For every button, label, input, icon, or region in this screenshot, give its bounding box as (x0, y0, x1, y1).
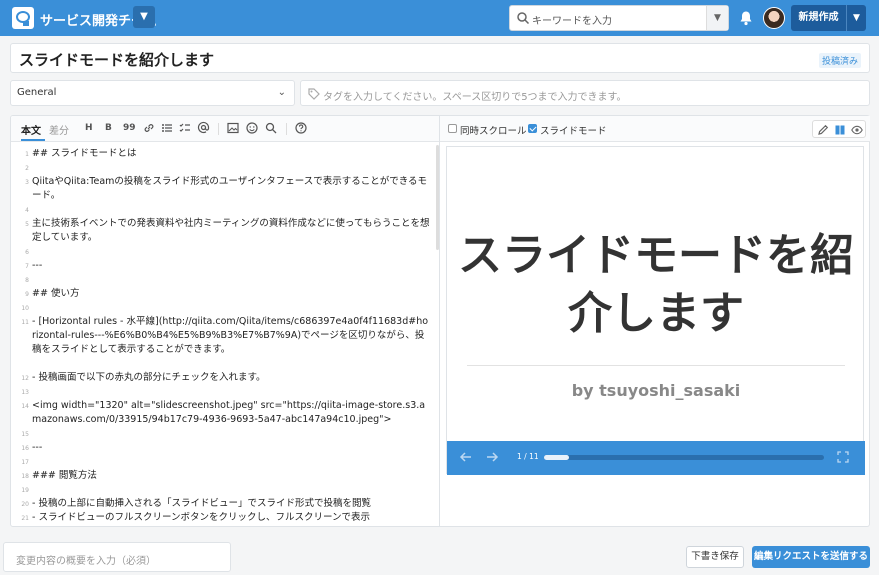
title-input-value: スライドモードを紹介します (19, 51, 215, 69)
code-line: <img width="1320" alt="slidescreenshot.j… (32, 400, 426, 425)
toolbar-divider (218, 123, 219, 135)
save-draft-button[interactable]: 下書き保存 (686, 546, 744, 568)
editor-toolbar: 本文 差分 H B 99 (11, 116, 439, 142)
emoji-icon[interactable] (246, 122, 258, 134)
slide-title: スライドモードを紹介します (458, 230, 854, 339)
markdown-editor: 本文 差分 H B 99 1 ## スライドモードとは 2 3 QiitaやQi… (10, 115, 440, 527)
line-number: 13 (21, 389, 29, 396)
slide-progress-fill (544, 455, 570, 460)
line-number: 18 (21, 473, 29, 480)
group-select-value: General (17, 87, 57, 98)
line-number: 8 (25, 277, 29, 284)
line-number: 9 (25, 291, 29, 298)
line-number: 4 (25, 207, 29, 214)
code-line: QiitaやQiita:Teamの投稿をスライド形式のユーザインタフェースで表示… (32, 176, 428, 201)
help-icon[interactable] (295, 122, 307, 134)
line-number: 16 (21, 445, 29, 452)
active-tab-underline (21, 139, 45, 141)
search-icon[interactable] (265, 122, 277, 134)
code-line: 主に技術系イベントでの発表資料や社内ミーティングの資料作成などに使ってもらうこと… (32, 218, 430, 243)
team-logo-icon[interactable] (12, 7, 34, 29)
search-box[interactable]: キーワードを入力 ▼ (509, 5, 729, 31)
preview-eye-icon[interactable] (851, 124, 863, 136)
arrow-left-icon[interactable] (459, 450, 473, 464)
search-icon (517, 12, 530, 25)
team-dropdown-button[interactable]: ▼ (133, 6, 155, 28)
editor-scrollbar[interactable] (436, 145, 439, 250)
code-area[interactable]: 1 ## スライドモードとは 2 3 QiitaやQiita:Teamの投稿をス… (11, 143, 435, 526)
slide-mode-checkbox[interactable] (528, 124, 537, 133)
bold-button[interactable]: B (105, 123, 112, 133)
line-number: 11 (21, 319, 29, 326)
view-mode-toggle (812, 120, 866, 138)
image-icon[interactable] (227, 122, 239, 134)
slide-author: by tsuyoshi_sasaki (571, 381, 741, 400)
code-line: - 投稿の上部に自動挿入される「スライドビュー」でスライド形式で投稿を閲覧 (32, 498, 371, 509)
slide-viewer: スライドモードを紹介します by tsuyoshi_sasaki 1 / 11 (446, 146, 865, 475)
line-number: 21 (21, 515, 29, 522)
line-number: 14 (21, 403, 29, 410)
notification-bell-icon[interactable] (738, 10, 754, 26)
code-line: - [Horizontal rules - 水平線](http://qiita.… (32, 316, 429, 355)
tab-diff[interactable]: 差分 (49, 122, 69, 137)
split-view-icon[interactable] (834, 124, 846, 136)
quote-button[interactable]: 99 (123, 123, 136, 133)
line-number: 17 (21, 459, 29, 466)
code-line: - 投稿画面で以下の赤丸の部分にチェックを入れます。 (32, 372, 266, 383)
submit-edit-request-button[interactable]: 編集リクエストを送信する (752, 546, 870, 568)
code-line: ## スライドモードとは (32, 148, 137, 159)
line-number: 10 (21, 305, 29, 312)
title-field[interactable]: スライドモードを紹介します 投稿済み (10, 43, 870, 73)
tag-icon (308, 88, 320, 100)
change-summary-placeholder: 変更内容の概要を入力（必須） (16, 556, 156, 567)
user-avatar[interactable] (763, 7, 785, 29)
checklist-icon[interactable] (179, 122, 191, 134)
line-number: 3 (25, 179, 29, 186)
status-badge: 投稿済み (818, 53, 861, 68)
top-bar: サービス開発チーム ▼ キーワードを入力 ▼ 新規作成 ▼ (0, 0, 879, 36)
new-post-button[interactable]: 新規作成 (791, 5, 846, 31)
line-number: 5 (25, 221, 29, 228)
tags-placeholder: タグを入力してください。スペース区切りで5つまで入力できます。 (323, 92, 627, 103)
code-line: --- (32, 442, 43, 453)
chevron-down-icon: ⌄ (277, 87, 286, 98)
line-number: 1 (25, 151, 29, 158)
edit-pencil-icon[interactable] (817, 124, 829, 136)
line-number: 7 (25, 263, 29, 270)
code-line: ### 閲覧方法 (32, 470, 97, 481)
search-placeholder: キーワードを入力 (532, 16, 612, 27)
heading-button[interactable]: H (85, 123, 93, 133)
line-number: 2 (25, 165, 29, 172)
line-number: 20 (21, 501, 29, 508)
preview-toolbar: 同時スクロール スライドモード (440, 116, 870, 142)
slide-divider (467, 365, 845, 366)
change-summary-input[interactable]: 変更内容の概要を入力（必須） (3, 542, 231, 572)
slide-progress-bar[interactable] (544, 455, 824, 460)
slide-controls: 1 / 11 (447, 441, 865, 475)
fullscreen-icon[interactable] (837, 451, 849, 463)
unordered-list-icon[interactable] (161, 122, 173, 134)
sync-scroll-label[interactable]: 同時スクロール (460, 123, 527, 137)
line-number: 15 (21, 431, 29, 438)
sync-scroll-checkbox[interactable] (448, 124, 457, 133)
slide-page-indicator: 1 / 11 (517, 452, 539, 461)
slide-mode-label[interactable]: スライドモード (540, 123, 607, 137)
line-number: 19 (21, 487, 29, 494)
mention-icon[interactable] (197, 121, 210, 134)
link-icon[interactable] (143, 122, 155, 134)
code-line: ## 使い方 (32, 288, 80, 299)
tab-body[interactable]: 本文 (21, 122, 41, 137)
new-post-dropdown-button[interactable]: ▼ (846, 5, 866, 31)
line-number: 12 (21, 375, 29, 382)
line-number: 6 (25, 249, 29, 256)
code-line: --- (32, 260, 43, 271)
group-select[interactable]: General ⌄ (10, 80, 295, 106)
toolbar-divider (286, 123, 287, 135)
tags-input[interactable]: タグを入力してください。スペース区切りで5つまで入力できます。 (300, 80, 870, 106)
arrow-right-icon[interactable] (485, 450, 499, 464)
code-line: - スライドビューのフルスクリーンボタンをクリックし、フルスクリーンで表示 (32, 512, 370, 523)
search-scope-dropdown[interactable]: ▼ (706, 6, 728, 30)
